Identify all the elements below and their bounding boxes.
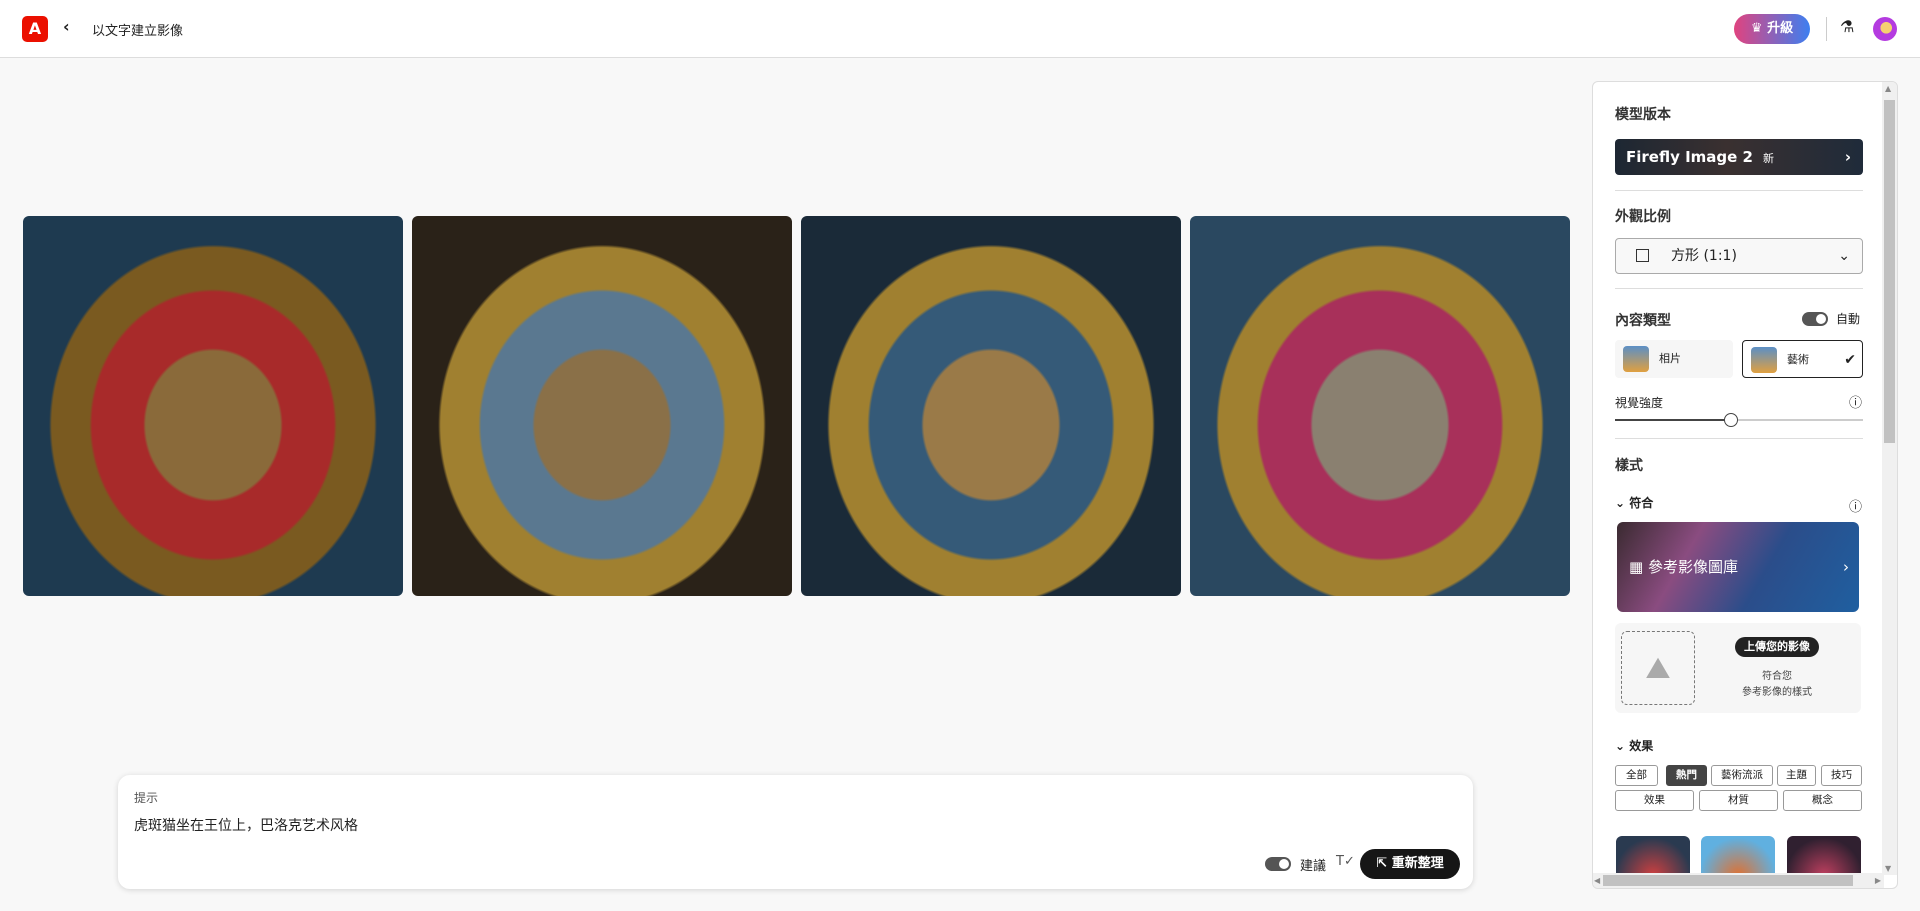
effects-section-toggle[interactable]: ⌄ 效果: [1615, 737, 1863, 754]
content-type-photo[interactable]: 相片: [1615, 340, 1733, 378]
aspect-ratio-dropdown[interactable]: 方形 (1:1) ⌄: [1615, 238, 1863, 274]
divider: [1615, 438, 1863, 439]
model-selector[interactable]: Firefly Image 2 新 ›: [1615, 139, 1863, 175]
scroll-thumb[interactable]: [1884, 100, 1895, 443]
info-icon[interactable]: ⓘ: [1849, 496, 1862, 515]
regenerate-button[interactable]: ⇱ 重新整理: [1360, 849, 1460, 879]
prompt-input[interactable]: 虎斑猫坐在王位上，巴洛克艺术风格: [134, 815, 358, 835]
upload-button[interactable]: 上傳您的影像: [1735, 637, 1819, 657]
chip-theme[interactable]: 主題: [1777, 765, 1816, 786]
check-icon: ✔: [1844, 352, 1856, 368]
flask-icon[interactable]: ⚗: [1840, 17, 1854, 36]
chevron-down-icon: ⌄: [1615, 739, 1626, 753]
visual-intensity-slider[interactable]: [1724, 413, 1738, 427]
divider: [1615, 288, 1863, 289]
grid-icon: ▦: [1629, 558, 1644, 576]
new-badge: 新: [1762, 152, 1774, 165]
upload-area[interactable]: ⛰ 上傳您的影像 符合您 參考影像的樣式: [1615, 623, 1861, 713]
model-heading: 模型版本: [1615, 107, 1671, 123]
auto-label: 自動: [1836, 312, 1861, 326]
generated-image-3[interactable]: [801, 216, 1181, 596]
gallery-label: 參考影像圖庫: [1647, 558, 1738, 576]
suggestions-toggle[interactable]: [1265, 857, 1291, 871]
chip-concept[interactable]: 概念: [1783, 790, 1862, 811]
upload-hint: 參考影像的樣式: [1742, 687, 1812, 698]
aspect-heading: 外觀比例: [1615, 209, 1671, 225]
top-bar: A ‹ 以文字建立影像 ♛ 升級 ⚗: [0, 0, 1920, 58]
prompt-box: 提示 虎斑猫坐在王位上，巴洛克艺术风格 建議 T✓ ⇱ 重新整理: [118, 775, 1473, 889]
vertical-scrollbar[interactable]: ▲ ▼: [1882, 82, 1897, 875]
model-name: Firefly Image 2: [1626, 148, 1753, 166]
aspect-value: 方形 (1:1): [1671, 248, 1737, 264]
info-icon[interactable]: ⓘ: [1849, 392, 1862, 411]
page-title: 以文字建立影像: [92, 24, 184, 39]
generated-image-2[interactable]: [412, 216, 792, 596]
content-type-art[interactable]: 藝術 ✔: [1742, 340, 1863, 378]
visual-intensity-label: 視覺強度: [1615, 396, 1664, 410]
generated-image-4[interactable]: [1190, 216, 1570, 596]
photo-thumbnail: [1623, 346, 1649, 372]
chip-popular[interactable]: 熱門: [1666, 765, 1707, 786]
chevron-right-icon: ›: [1843, 558, 1849, 576]
slider-track-filled: [1615, 419, 1727, 421]
match-section-toggle[interactable]: ⌄ 符合: [1615, 494, 1863, 511]
style-heading: 樣式: [1615, 458, 1643, 474]
regenerate-label: 重新整理: [1391, 856, 1444, 871]
adobe-logo[interactable]: A: [22, 16, 48, 42]
generated-image-1[interactable]: [23, 216, 403, 596]
art-label: 藝術: [1787, 353, 1809, 366]
chevron-down-icon: ⌄: [1615, 496, 1626, 510]
text-check-icon[interactable]: T✓: [1336, 854, 1355, 869]
auto-toggle[interactable]: [1802, 312, 1828, 326]
divider: [1615, 190, 1863, 191]
slider-track: [1735, 419, 1863, 421]
chip-technique[interactable]: 技巧: [1821, 765, 1862, 786]
chip-art-movement[interactable]: 藝術流派: [1711, 765, 1773, 786]
chevron-right-icon: ›: [1844, 148, 1851, 166]
photo-label: 相片: [1659, 352, 1681, 365]
settings-panel: 模型版本 Firefly Image 2 新 › 外觀比例 方形 (1:1) ⌄ 內容…: [1592, 81, 1898, 889]
effects-label: 效果: [1629, 739, 1654, 753]
art-thumbnail: [1751, 347, 1777, 373]
upload-image-icon: ⛰: [1621, 631, 1695, 705]
chevron-down-icon: ⌄: [1838, 248, 1850, 264]
effect-thumbnail[interactable]: [1616, 836, 1690, 876]
chip-effects[interactable]: 效果: [1615, 790, 1694, 811]
effect-thumbnail[interactable]: [1787, 836, 1861, 876]
match-label: 符合: [1629, 496, 1654, 510]
scroll-thumb[interactable]: [1603, 875, 1853, 886]
suggestions-label: 建議: [1300, 859, 1327, 874]
chip-all[interactable]: 全部: [1615, 765, 1658, 786]
horizontal-scrollbar[interactable]: ◀ ▶: [1593, 873, 1884, 888]
avatar[interactable]: [1873, 17, 1897, 41]
chevron-left-icon[interactable]: ‹: [63, 17, 70, 36]
reference-gallery-button[interactable]: ▦ 參考影像圖庫 ›: [1617, 522, 1859, 612]
divider: [1826, 17, 1827, 41]
upload-hint: 符合您: [1762, 671, 1792, 682]
prompt-label: 提示: [134, 791, 159, 805]
upgrade-label: 升級: [1767, 21, 1794, 36]
effect-thumbnail[interactable]: [1701, 836, 1775, 876]
upgrade-button[interactable]: ♛ 升級: [1734, 14, 1810, 44]
square-icon: [1636, 249, 1649, 262]
chip-material[interactable]: 材質: [1699, 790, 1778, 811]
